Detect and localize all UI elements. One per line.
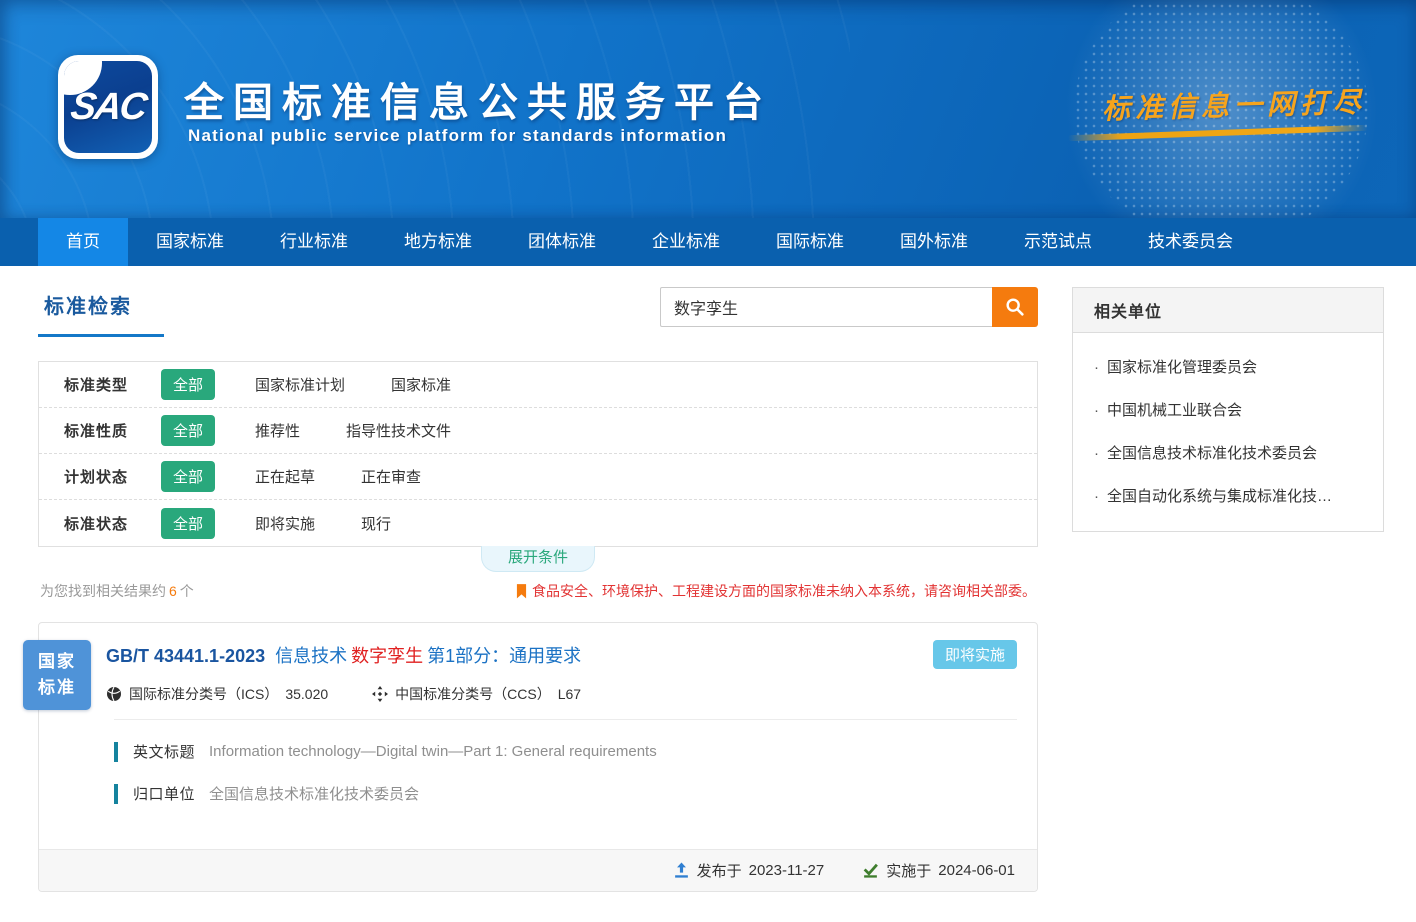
card-footer: 发布于 2023-11-27 实施于 2024-06-01 [39, 849, 1037, 891]
filter-option[interactable]: 推荐性 [255, 420, 300, 441]
exclusion-notice: 食品安全、环境保护、工程建设方面的国家标准未纳入本系统，请咨询相关部委。 [516, 581, 1036, 601]
nav-item-international-standards[interactable]: 国际标准 [748, 218, 872, 266]
search-group [660, 287, 1038, 327]
filter-all-button[interactable]: 全部 [161, 508, 215, 539]
implement-check-icon [862, 862, 879, 879]
expand-conditions-button[interactable]: 展开条件 [481, 546, 595, 572]
related-units-panel: 相关单位 国家标准化管理委员会 中国机械工业联合会 全国信息技术标准化技术委员会… [1072, 287, 1384, 532]
committee-value: 全国信息技术标准化技术委员会 [209, 783, 419, 804]
results-count: 为您找到相关结果约6个 [40, 581, 194, 601]
filter-option[interactable]: 正在起草 [255, 466, 315, 487]
results-count-number: 6 [166, 583, 180, 599]
field-label: 归口单位 [133, 783, 195, 804]
published-date-item: 发布于 2023-11-27 [673, 860, 825, 881]
card-body: GB/T 43441.1-2023信息技术数字孪生第1部分：通用要求 国际标准分… [39, 623, 1037, 826]
implemented-label: 实施于 [886, 860, 931, 881]
field-label: 英文标题 [133, 741, 195, 762]
nav-item-group-standards[interactable]: 团体标准 [500, 218, 624, 266]
main-content: 标准检索 标准类型 全部 国家标准计划 国家标准 [0, 266, 1416, 922]
publish-upload-icon [673, 862, 690, 879]
standard-type-badge: 国家 标准 [23, 640, 91, 710]
sidebar-item-sac[interactable]: 国家标准化管理委员会 [1094, 345, 1362, 388]
filter-label: 计划状态 [64, 466, 161, 487]
sidebar-item-automation-systems-committee[interactable]: 全国自动化系统与集成标准化技… [1094, 474, 1362, 517]
ccs-item: 中国标准分类号（CCS） L67 [372, 684, 581, 704]
nav-item-enterprise-standards[interactable]: 企业标准 [624, 218, 748, 266]
committee-row: 归口单位 全国信息技术标准化技术委员会 [114, 783, 1017, 804]
english-title-row: 英文标题 Information technology—Digital twin… [114, 741, 1017, 762]
nav-item-national-standards[interactable]: 国家标准 [128, 218, 252, 266]
field-accent-bar [114, 784, 118, 804]
sidebar-item-it-standardization-committee[interactable]: 全国信息技术标准化技术委员会 [1094, 431, 1362, 474]
ics-label: 国际标准分类号（ICS） [129, 684, 278, 704]
nav-item-foreign-standards[interactable]: 国外标准 [872, 218, 996, 266]
search-section: 标准检索 [38, 287, 1038, 346]
bookmark-icon [516, 584, 527, 599]
status-badge: 即将实施 [933, 640, 1017, 669]
section-title-standard-search: 标准检索 [38, 287, 164, 337]
sac-logo-text: SAC [68, 86, 148, 129]
filter-all-button[interactable]: 全部 [161, 369, 215, 400]
site-subtitle: National public service platform for sta… [188, 126, 727, 146]
search-results-column: 标准检索 标准类型 全部 国家标准计划 国家标准 [38, 287, 1038, 892]
globe-icon [106, 686, 122, 702]
nav-item-local-standards[interactable]: 地方标准 [376, 218, 500, 266]
search-button[interactable] [992, 287, 1038, 327]
filter-panel: 标准类型 全部 国家标准计划 国家标准 标准性质 全部 推荐性 指导性技术文件 … [38, 361, 1038, 547]
nav-item-home[interactable]: 首页 [38, 218, 128, 266]
search-input[interactable] [660, 287, 992, 327]
filter-row-plan-status: 计划状态 全部 正在起草 正在审查 [39, 454, 1037, 500]
card-divider [114, 719, 1017, 720]
filter-option[interactable]: 即将实施 [255, 513, 315, 534]
filter-label: 标准类型 [64, 374, 161, 395]
filter-option[interactable]: 指导性技术文件 [346, 420, 451, 441]
main-nav: 首页 国家标准 行业标准 地方标准 团体标准 企业标准 国际标准 国外标准 示范… [0, 218, 1416, 266]
filter-all-button[interactable]: 全部 [161, 461, 215, 492]
standard-title[interactable]: GB/T 43441.1-2023信息技术数字孪生第1部分：通用要求 [106, 642, 1017, 668]
standard-result-card[interactable]: 国家 标准 即将实施 GB/T 43441.1-2023信息技术数字孪生第1部分… [38, 622, 1038, 892]
compass-icon [372, 686, 388, 702]
related-units-list: 国家标准化管理委员会 中国机械工业联合会 全国信息技术标准化技术委员会 全国自动… [1073, 333, 1383, 531]
sidebar-item-machinery-federation[interactable]: 中国机械工业联合会 [1094, 388, 1362, 431]
filter-option[interactable]: 国家标准计划 [255, 374, 345, 395]
related-units-title: 相关单位 [1073, 288, 1383, 333]
search-icon [1004, 296, 1026, 318]
notice-text: 食品安全、环境保护、工程建设方面的国家标准未纳入本系统，请咨询相关部委。 [532, 581, 1036, 601]
published-label: 发布于 [697, 860, 742, 881]
nav-item-technical-committee[interactable]: 技术委员会 [1120, 218, 1261, 266]
results-row: 为您找到相关结果约6个 食品安全、环境保护、工程建设方面的国家标准未纳入本系统，… [38, 581, 1038, 601]
filter-option[interactable]: 正在审查 [361, 466, 421, 487]
sac-logo: SAC [58, 55, 158, 159]
filter-row-standard-status: 标准状态 全部 即将实施 现行 [39, 500, 1037, 546]
english-title-value: Information technology—Digital twin—Part… [209, 743, 657, 760]
filter-option[interactable]: 现行 [361, 513, 391, 534]
filter-label: 标准状态 [64, 513, 161, 534]
nav-item-industry-standards[interactable]: 行业标准 [252, 218, 376, 266]
ics-item: 国际标准分类号（ICS） 35.020 [106, 684, 328, 704]
header-slogan: 标准信息一网打尽 [1102, 81, 1367, 128]
site-header: SAC 全国标准信息公共服务平台 National public service… [0, 0, 1416, 218]
filter-option[interactable]: 国家标准 [391, 374, 451, 395]
ccs-value: L67 [558, 686, 581, 702]
published-date: 2023-11-27 [749, 862, 825, 879]
filter-all-button[interactable]: 全部 [161, 415, 215, 446]
search-term-highlight: 数字孪生 [351, 646, 423, 666]
site-title: 全国标准信息公共服务平台 [184, 70, 772, 128]
classification-row: 国际标准分类号（ICS） 35.020 中国标准分类号（CCS） L67 [106, 684, 1017, 704]
ccs-label: 中国标准分类号（CCS） [395, 684, 551, 704]
implemented-date-item: 实施于 2024-06-01 [862, 860, 1015, 881]
filter-row-standard-type: 标准类型 全部 国家标准计划 国家标准 [39, 362, 1037, 408]
filter-label: 标准性质 [64, 420, 161, 441]
field-accent-bar [114, 742, 118, 762]
standard-code[interactable]: GB/T 43441.1-2023 [106, 646, 265, 666]
nav-item-pilot[interactable]: 示范试点 [996, 218, 1120, 266]
filter-row-standard-nature: 标准性质 全部 推荐性 指导性技术文件 [39, 408, 1037, 454]
implemented-date: 2024-06-01 [938, 862, 1015, 879]
ics-value: 35.020 [285, 686, 328, 702]
